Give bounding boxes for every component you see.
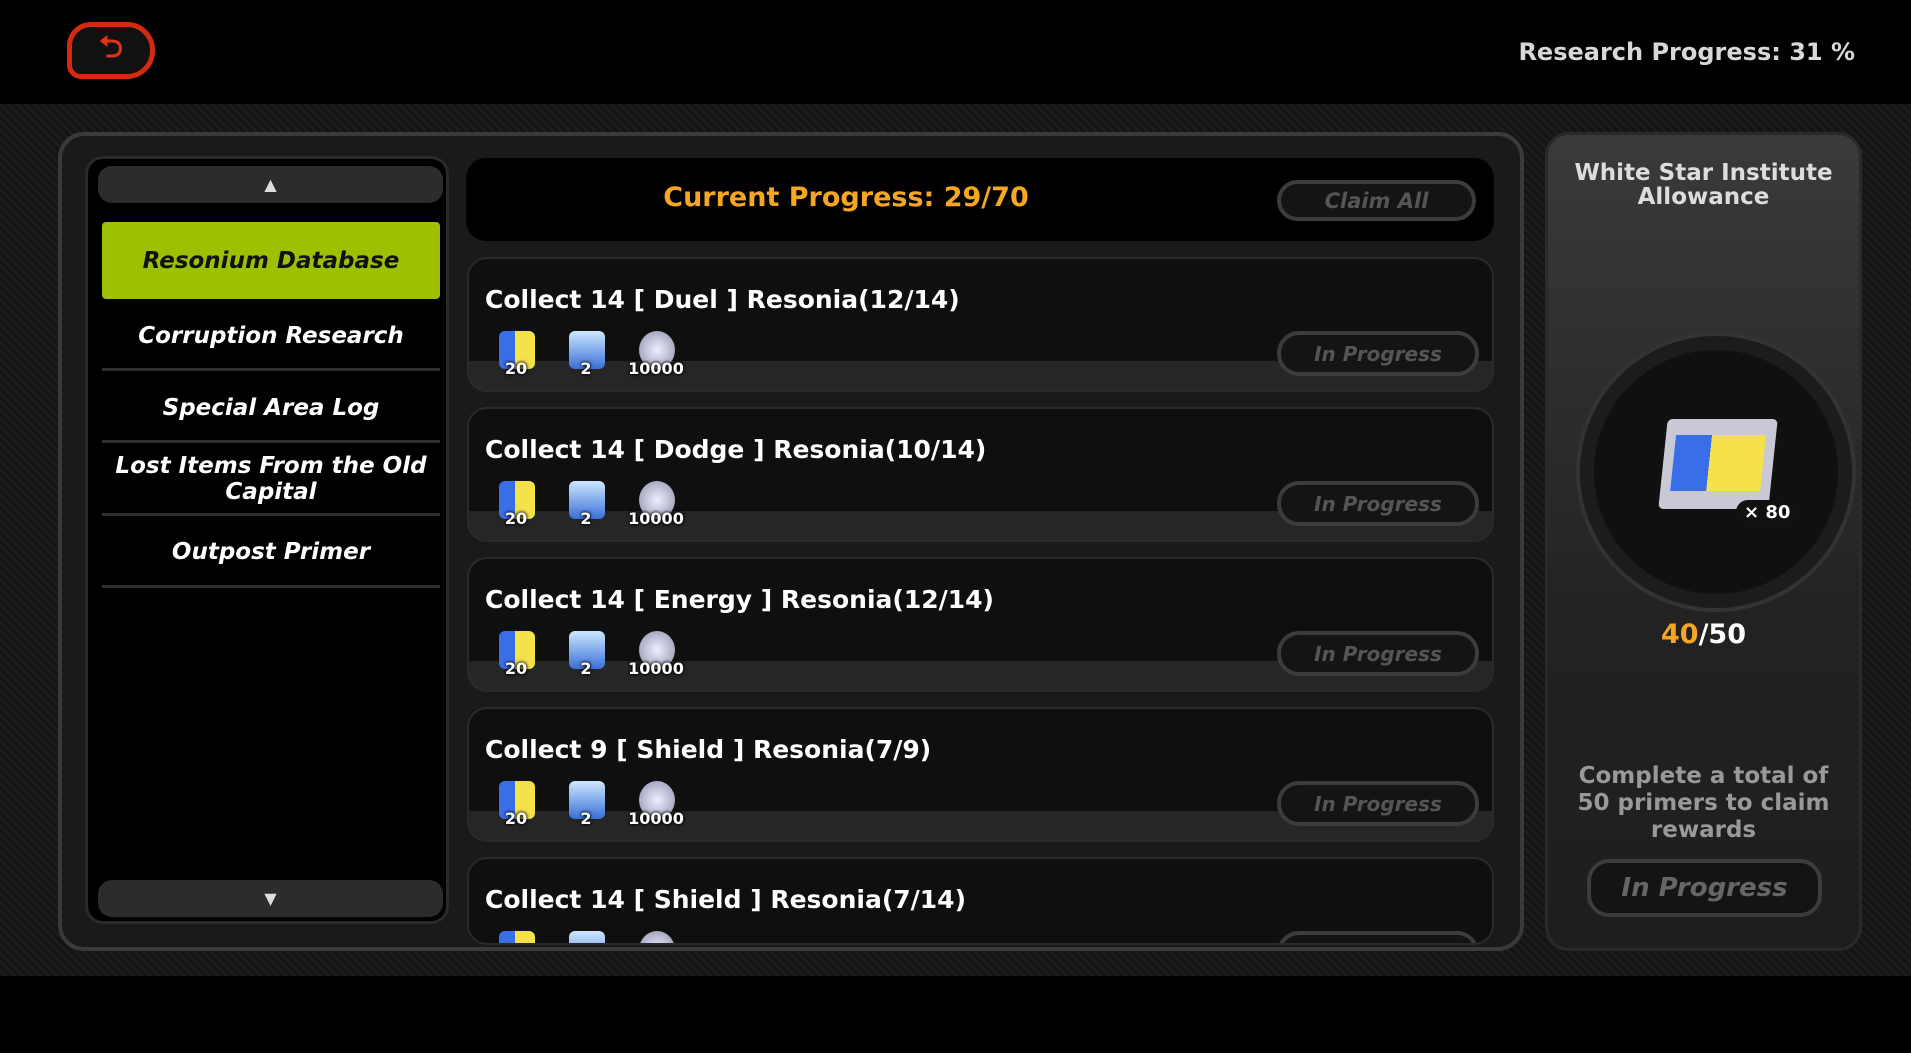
back-button[interactable]: ⮌: [67, 22, 155, 79]
allowance-count: 40/50: [1548, 619, 1859, 650]
task-status-button[interactable]: In Progress: [1277, 631, 1479, 676]
divider: [102, 440, 440, 443]
scroll-up-button[interactable]: ▲: [98, 166, 443, 203]
reward-item[interactable]: 2: [561, 931, 611, 943]
reward-circle: × 80: [1580, 336, 1852, 608]
chevron-up-icon: ▲: [264, 175, 277, 194]
film-reel-icon: [1652, 414, 1784, 514]
crystal-icon: [569, 931, 605, 943]
reward-count: 10000: [628, 509, 684, 528]
coin-icon: [639, 931, 675, 943]
reward-item[interactable]: 2: [561, 481, 611, 533]
task-status-button[interactable]: In Progress: [1277, 331, 1479, 376]
claim-all-button[interactable]: Claim All: [1277, 180, 1476, 221]
reward-count: 2: [580, 509, 592, 528]
sidebar-item-corruption-research[interactable]: Corruption Research: [102, 316, 440, 356]
reward-count: 20: [504, 359, 528, 378]
reward-item[interactable]: 2: [561, 331, 611, 383]
research-progress: Research Progress: 31 %: [1518, 38, 1855, 66]
reward-item[interactable]: 20: [491, 781, 541, 833]
sidebar-item-lost-items[interactable]: Lost Items From the Old Capital: [102, 449, 440, 509]
task-title: Collect 14 [ Duel ] Resonia(12/14): [485, 285, 960, 314]
task-status-button[interactable]: In Progress: [1277, 481, 1479, 526]
divider: [102, 513, 440, 516]
allowance-panel: White Star Institute Allowance × 80 40/5…: [1545, 132, 1862, 951]
task-card: Collect 14 [ Dodge ] Resonia(10/14) 20 2 10…: [467, 407, 1494, 542]
allowance-total: /50: [1698, 619, 1746, 650]
allowance-status-button[interactable]: In Progress: [1587, 859, 1822, 917]
reward-item[interactable]: 10000: [628, 481, 684, 533]
reward-count: 2: [580, 809, 592, 828]
reward-item[interactable]: 20: [491, 931, 541, 943]
reward-item[interactable]: 10000: [628, 331, 684, 383]
back-arrow-icon: ⮌: [98, 30, 124, 65]
task-title: Collect 14 [ Energy ] Resonia(12/14): [485, 585, 994, 614]
task-title: Collect 9 [ Shield ] Resonia(7/9): [485, 735, 932, 764]
chevron-down-icon: ▼: [264, 889, 277, 908]
scroll-down-button[interactable]: ▼: [98, 880, 443, 917]
reward-count: 20: [504, 509, 528, 528]
reward-count: 10000: [628, 359, 684, 378]
allowance-title: White Star Institute Allowance: [1574, 160, 1833, 210]
film-reel-icon: [499, 931, 535, 943]
sidebar: ▲ Resonium Database Corruption Research …: [85, 156, 449, 924]
reward-item[interactable]: 2: [561, 781, 611, 833]
reward-quantity: × 80: [1736, 500, 1799, 525]
reward-item[interactable]: 20: [491, 631, 541, 683]
allowance-description: Complete a total of 50 primers to claim …: [1577, 763, 1830, 843]
task-title: Collect 14 [ Dodge ] Resonia(10/14): [485, 435, 987, 464]
reward-count: 10000: [628, 659, 684, 678]
task-card: Collect 9 [ Shield ] Resonia(7/9) 20 2 1000…: [467, 707, 1494, 842]
reward-item[interactable]: 10000: [631, 931, 681, 943]
sidebar-item-special-area-log[interactable]: Special Area Log: [102, 388, 440, 428]
reward-count: 2: [580, 359, 592, 378]
reward-count: 20: [504, 809, 528, 828]
sidebar-item-resonium-database[interactable]: Resonium Database: [102, 222, 440, 299]
task-status-button[interactable]: In Progress: [1277, 931, 1479, 943]
divider: [102, 585, 440, 588]
current-progress: Current Progress: 29/70: [663, 182, 1029, 213]
task-card: Collect 14 [ Energy ] Resonia(12/14) 20 2 1…: [467, 557, 1494, 692]
reward-item[interactable]: 10000: [628, 781, 684, 833]
reward-item[interactable]: 2: [561, 631, 611, 683]
sidebar-item-outpost-primer[interactable]: Outpost Primer: [102, 532, 440, 572]
reward-item[interactable]: 10000: [628, 631, 684, 683]
divider: [102, 368, 440, 371]
reward-count: 10000: [628, 809, 684, 828]
task-status-button[interactable]: In Progress: [1277, 781, 1479, 826]
progress-header: Current Progress: 29/70 Claim All: [466, 158, 1494, 241]
task-card: Collect 14 [ Shield ] Resonia(7/14) 20 2 10…: [467, 857, 1494, 945]
reward-count: 20: [504, 659, 528, 678]
reward-item[interactable]: 20: [491, 331, 541, 383]
task-card: Collect 14 [ Duel ] Resonia(12/14) 20 2 100…: [467, 257, 1494, 392]
reward-item[interactable]: 20: [491, 481, 541, 533]
allowance-done: 40: [1660, 619, 1699, 650]
reward-count: 2: [580, 659, 592, 678]
task-title: Collect 14 [ Shield ] Resonia(7/14): [485, 885, 967, 914]
